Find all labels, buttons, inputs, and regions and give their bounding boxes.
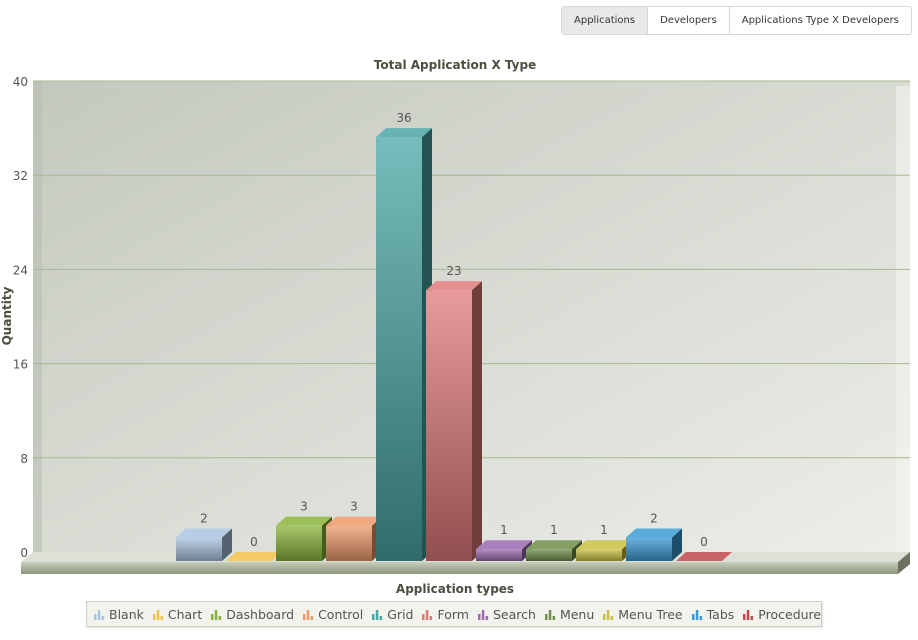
bar-form[interactable] [426, 281, 482, 561]
bar-blank[interactable] [176, 528, 232, 561]
legend-item-procedure[interactable]: Procedure [742, 607, 821, 622]
plot-left-shade [33, 81, 42, 552]
bar-chart-icon [303, 610, 314, 620]
bar-chart-icon [743, 610, 754, 620]
data-label: 1 [550, 523, 558, 537]
bar-chart-icon [372, 610, 383, 620]
data-label: 0 [700, 535, 708, 549]
data-label: 36 [396, 111, 411, 125]
legend-label: Dashboard [226, 606, 295, 622]
legend-item-tabs[interactable]: Tabs [691, 606, 735, 622]
bar-chart-icon [691, 610, 702, 620]
chart-floor-front [21, 562, 898, 574]
legend-label: Blank [109, 606, 144, 622]
data-label: 1 [500, 523, 508, 537]
legend-label: Form [437, 606, 469, 622]
bar-dashboard[interactable] [276, 516, 332, 561]
data-label: 1 [600, 523, 608, 537]
legend-item-dashboard[interactable]: Dashboard [210, 607, 294, 622]
bar-chart-icon [477, 610, 489, 620]
legend-item-blank[interactable]: Blank [93, 607, 144, 622]
data-label: 2 [650, 511, 658, 525]
bar-control[interactable] [326, 516, 382, 561]
chart-legend: Blank Chart Dashboard Control Grid Form Search… [86, 601, 822, 627]
legend-item-chart[interactable]: Chart [152, 607, 202, 622]
legend-label: Menu [559, 606, 595, 622]
bar-front [476, 549, 522, 561]
bar-chart-icon [422, 610, 433, 620]
data-label: 2 [200, 511, 208, 525]
bar-front [576, 549, 622, 561]
bar-front [326, 525, 372, 561]
bar-grid[interactable] [376, 128, 432, 561]
bar-chart: Total Application X Type 0816243240 203 3… [0, 58, 910, 596]
y-tick-label: 24 [13, 263, 28, 277]
bar-chart-icon [211, 610, 222, 620]
bar-front [376, 137, 422, 561]
data-label: 23 [446, 264, 461, 278]
y-tick-label: 40 [13, 75, 28, 89]
data-label: 0 [250, 535, 258, 549]
legend-label: Search [492, 606, 536, 622]
legend-item-menu-tree[interactable]: Menu Tree [602, 606, 683, 622]
legend-item-grid[interactable]: Grid [371, 607, 413, 622]
bar-chart-icon [94, 610, 105, 620]
legend-item-search[interactable]: Search [477, 607, 536, 622]
bar-chart-icon [152, 610, 163, 620]
legend-label: Procedure [758, 606, 822, 622]
y-tick-label: 32 [13, 169, 28, 183]
chart-title: Total Application X Type [374, 58, 536, 72]
bar-menu-tree[interactable] [576, 540, 632, 561]
legend-label: Chart [167, 606, 203, 622]
bar-front [276, 525, 322, 561]
legend-label: Tabs [706, 606, 735, 622]
bar-menu[interactable] [526, 540, 582, 561]
bar-front [426, 290, 472, 561]
y-axis-ticks: 0816243240 [13, 75, 28, 560]
legend-label: Grid [387, 606, 414, 622]
data-label: 3 [300, 500, 308, 514]
bar-chart-icon [544, 610, 556, 620]
y-axis-label: Quantity [0, 286, 14, 345]
legend-item-form[interactable]: Form [421, 607, 469, 622]
bar-chart-icon [603, 610, 614, 620]
legend-label: Control [318, 606, 364, 622]
legend-item-control[interactable]: Control [302, 607, 363, 622]
bar-search[interactable] [476, 540, 532, 561]
bar-front [626, 537, 672, 561]
legend-label: Menu Tree [618, 606, 683, 622]
bar-front [526, 549, 572, 561]
legend-item-menu[interactable]: Menu [544, 607, 594, 622]
bar-tabs[interactable] [626, 528, 682, 561]
y-tick-label: 16 [13, 358, 28, 372]
data-label: 3 [350, 500, 358, 514]
y-tick-label: 8 [20, 452, 28, 466]
x-axis-label: Application types [396, 582, 514, 596]
bar-side [472, 281, 482, 561]
bar-front [176, 537, 222, 561]
plot-right-edge [896, 86, 910, 552]
